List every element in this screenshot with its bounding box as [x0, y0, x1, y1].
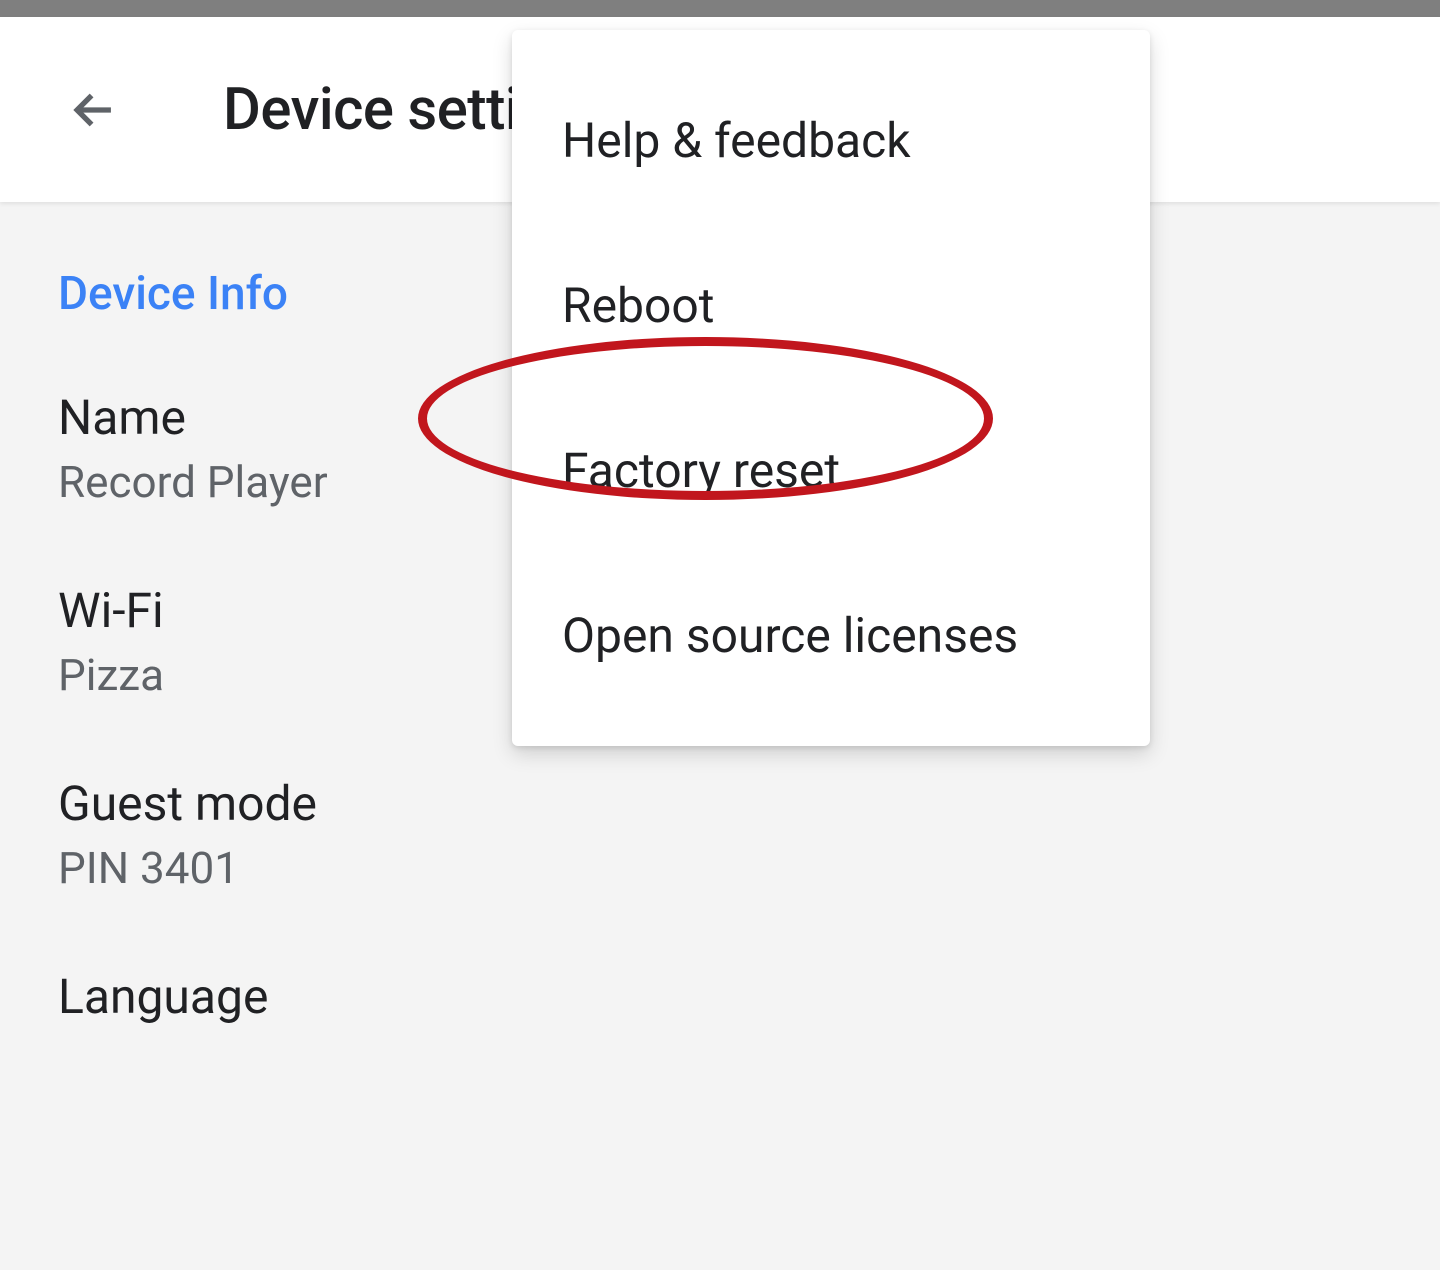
setting-label-guest: Guest mode [58, 775, 1382, 832]
menu-item-reboot[interactable]: Reboot [512, 223, 1150, 388]
overflow-menu: Help & feedback Reboot Factory reset Ope… [512, 30, 1150, 746]
setting-label-language: Language [58, 968, 1382, 1025]
menu-item-open-source-licenses[interactable]: Open source licenses [512, 553, 1150, 718]
menu-item-help-feedback[interactable]: Help & feedback [512, 58, 1150, 223]
back-arrow-icon[interactable] [65, 81, 123, 139]
setting-value-guest: PIN 3401 [58, 842, 1382, 894]
status-bar [0, 0, 1440, 17]
menu-item-factory-reset[interactable]: Factory reset [512, 388, 1150, 553]
setting-item-language[interactable]: Language [58, 968, 1382, 1025]
setting-item-guest-mode[interactable]: Guest mode PIN 3401 [58, 775, 1382, 894]
